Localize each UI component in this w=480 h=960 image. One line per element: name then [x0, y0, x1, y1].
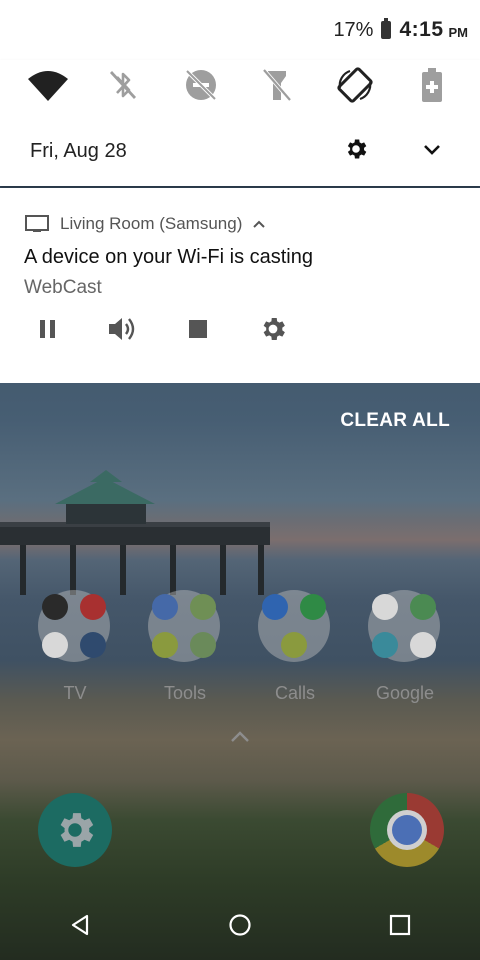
- app-icon: [190, 594, 216, 620]
- app-icon: [80, 632, 106, 658]
- stop-icon: [189, 320, 207, 338]
- app-icon: [300, 594, 326, 620]
- dnd-tile[interactable]: [181, 65, 221, 105]
- wifi-tile[interactable]: [28, 65, 68, 105]
- chevron-up-icon[interactable]: [252, 219, 266, 229]
- quick-settings-panel: Fri, Aug 28: [0, 60, 480, 186]
- status-bar: 17% 4:15 PM: [0, 0, 480, 60]
- pause-button[interactable]: [31, 312, 65, 346]
- cast-device-name: Living Room (Samsung): [60, 214, 243, 233]
- back-button[interactable]: [62, 907, 98, 943]
- folder-google[interactable]: [368, 590, 440, 662]
- flashlight-tile[interactable]: [257, 65, 297, 105]
- app-icon: [372, 594, 398, 620]
- dock-settings-app[interactable]: [38, 793, 112, 867]
- navigation-bar: [0, 890, 480, 960]
- notification-header: Living Room (Samsung): [24, 214, 266, 234]
- volume-icon: [109, 318, 135, 340]
- pier-leg: [258, 545, 264, 595]
- quick-settings-tiles: [0, 60, 480, 110]
- folder-label: Calls: [274, 683, 315, 703]
- clear-all-button[interactable]: CLEAR ALL: [340, 410, 450, 432]
- app-icon: [410, 632, 436, 658]
- volume-button[interactable]: [106, 312, 140, 346]
- settings-gear-button[interactable]: [343, 136, 369, 162]
- bluetooth-tile[interactable]: [103, 65, 143, 105]
- gear-icon: [347, 139, 367, 159]
- cast-settings-button[interactable]: [256, 312, 290, 346]
- battery-saver-icon: [422, 68, 442, 102]
- clock: 4:15: [399, 18, 444, 41]
- home-button[interactable]: [222, 907, 258, 943]
- folder-label: Tools: [163, 683, 207, 703]
- pier-leg: [20, 545, 26, 595]
- dock-chrome-app[interactable]: [370, 793, 444, 867]
- app-icon: [281, 632, 307, 658]
- dnd-off-icon: [185, 69, 217, 101]
- notification-title: A device on your Wi-Fi is casting: [24, 246, 313, 268]
- app-icon: [42, 594, 68, 620]
- flashlight-off-icon: [262, 68, 292, 102]
- pier-leg: [120, 545, 126, 595]
- folder-tv[interactable]: [38, 590, 110, 662]
- pier-leg: [220, 545, 226, 595]
- expand-quick-settings-button[interactable]: [420, 138, 444, 162]
- status-right: 17% 4:15 PM: [333, 18, 468, 42]
- notification-actions: [0, 312, 480, 348]
- cast-screen-icon: [25, 215, 49, 232]
- folder-label: Google: [375, 683, 435, 703]
- pier-deck: [0, 527, 270, 545]
- stop-button[interactable]: [181, 312, 215, 346]
- app-icon: [152, 594, 178, 620]
- pier-leg: [70, 545, 76, 595]
- gazebo-body: [66, 504, 146, 524]
- folder-label: TV: [63, 683, 87, 703]
- pier-leg: [170, 545, 176, 595]
- app-icon: [262, 594, 288, 620]
- app-icon: [190, 632, 216, 658]
- home-icon: [229, 914, 251, 936]
- app-icon: [372, 632, 398, 658]
- settings-icon: [263, 318, 285, 340]
- settings-app-icon: [60, 813, 94, 847]
- folder-calls[interactable]: [258, 590, 330, 662]
- recents-button[interactable]: [382, 907, 418, 943]
- battery-percent: 17%: [333, 18, 374, 41]
- app-icon: [410, 594, 436, 620]
- auto-rotate-icon: [337, 67, 373, 103]
- notification-app-name: WebCast: [24, 277, 102, 298]
- pause-icon: [40, 320, 55, 338]
- back-icon: [71, 914, 89, 936]
- chevron-down-icon: [424, 145, 440, 155]
- folder-tools[interactable]: [148, 590, 220, 662]
- auto-rotate-tile[interactable]: [335, 65, 375, 105]
- gazebo-cupola: [90, 470, 122, 482]
- quick-settings-date: Fri, Aug 28: [30, 140, 127, 162]
- cast-notification[interactable]: Living Room (Samsung) A device on your W…: [0, 188, 480, 383]
- battery-icon: [381, 18, 392, 39]
- recents-icon: [389, 914, 411, 936]
- app-icon: [80, 594, 106, 620]
- battery-saver-tile[interactable]: [412, 65, 452, 105]
- app-icon: [42, 632, 68, 658]
- bluetooth-off-icon: [109, 71, 137, 99]
- wifi-icon: [28, 71, 68, 101]
- app-drawer-chevron-icon[interactable]: [229, 728, 251, 744]
- app-icon: [152, 632, 178, 658]
- clock-ampm: PM: [448, 24, 469, 40]
